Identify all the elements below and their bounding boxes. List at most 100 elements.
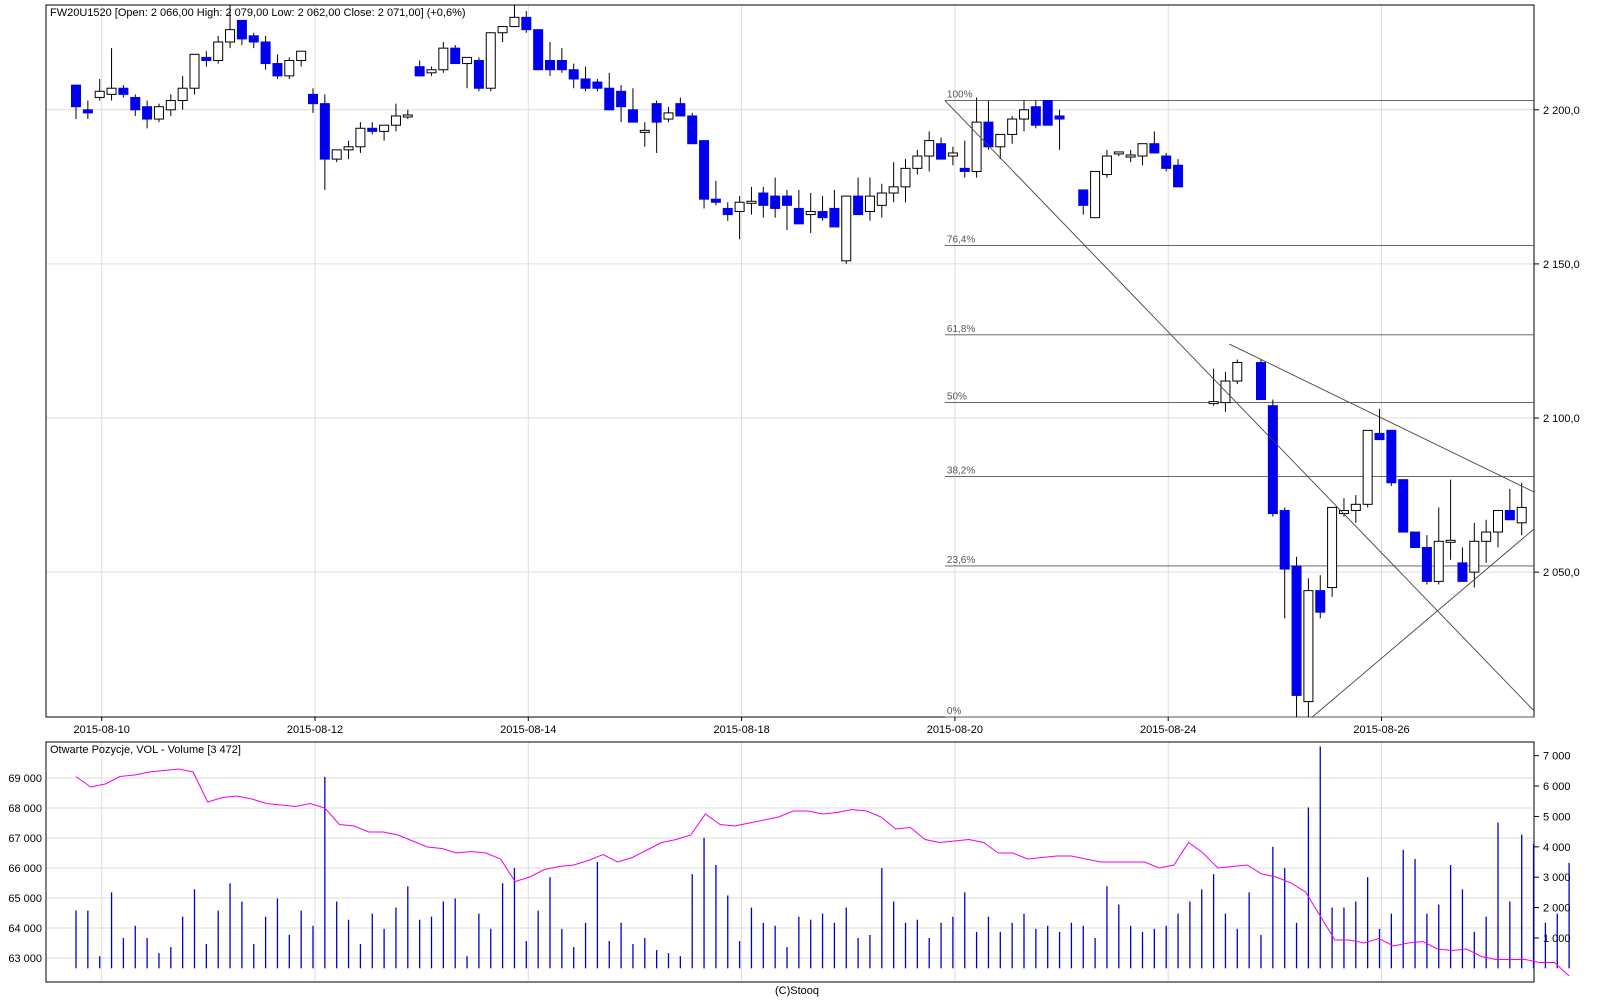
price-y-tick-label: 2 050,0 bbox=[1543, 567, 1580, 579]
candle-body-up bbox=[509, 16, 520, 28]
candle-body-up bbox=[888, 186, 899, 194]
candle-body-down bbox=[556, 59, 567, 71]
candle-body-down bbox=[272, 63, 283, 77]
fibonacci-level-label: 0% bbox=[947, 706, 962, 717]
volume-tick-label: 2 000 bbox=[1543, 903, 1571, 915]
candle-body-up bbox=[331, 149, 342, 160]
candle-body-up bbox=[94, 90, 105, 98]
candle-body-up bbox=[864, 195, 875, 213]
candle-body-down bbox=[1386, 429, 1397, 484]
candle-body-down bbox=[260, 41, 271, 65]
price-y-tick-label: 2 150,0 bbox=[1543, 259, 1580, 271]
candle-body-down bbox=[829, 207, 840, 228]
candle-body-down bbox=[1042, 100, 1053, 126]
candle-body-down bbox=[699, 140, 710, 200]
candle-body-down bbox=[770, 195, 781, 209]
candle-body-down bbox=[627, 109, 638, 123]
candle-body-up bbox=[153, 106, 164, 120]
candle-body-up bbox=[485, 32, 496, 89]
candle-body-up bbox=[876, 192, 887, 206]
candle-body-up bbox=[663, 112, 674, 120]
candle-body-down bbox=[248, 35, 259, 43]
candle-body-down bbox=[959, 167, 970, 172]
candle-body-up bbox=[1362, 429, 1373, 505]
candle-body-up bbox=[995, 133, 1006, 148]
fibonacci-level-label: 50% bbox=[947, 392, 967, 403]
candle-body-up bbox=[734, 201, 745, 213]
candle bbox=[1327, 506, 1338, 597]
candle-body-down bbox=[687, 115, 698, 145]
candle-body-down bbox=[521, 16, 532, 31]
candle-body-up bbox=[912, 155, 923, 169]
candle bbox=[1362, 429, 1373, 508]
volume-tick-label: 7 000 bbox=[1543, 751, 1571, 763]
candle-body-down bbox=[793, 207, 804, 225]
fibonacci-level-label: 76,4% bbox=[947, 234, 975, 245]
price-x-tick-label: 2015-08-12 bbox=[287, 724, 343, 736]
candle-body-up bbox=[805, 211, 816, 216]
candle-body-up bbox=[924, 140, 935, 157]
candle-body-up bbox=[1327, 506, 1338, 589]
candle-body-up bbox=[900, 167, 911, 188]
candle-body-down bbox=[675, 103, 686, 117]
candle-body-up bbox=[1493, 509, 1503, 533]
candle-body-up bbox=[213, 41, 224, 61]
candle-body-down bbox=[604, 87, 615, 111]
candle-body-up bbox=[1125, 154, 1136, 158]
candle bbox=[841, 195, 852, 264]
candle-body-down bbox=[722, 207, 733, 216]
chart-background bbox=[0, 0, 1600, 1000]
candle-body-up bbox=[1350, 503, 1361, 511]
candle-body-down bbox=[1410, 531, 1421, 548]
price-x-tick-label: 2015-08-14 bbox=[500, 724, 556, 736]
candle bbox=[687, 112, 698, 145]
candle bbox=[485, 32, 496, 92]
candle bbox=[1303, 578, 1314, 717]
candle-body-up bbox=[1137, 143, 1148, 157]
candle-body-up bbox=[379, 124, 390, 132]
candle-body-up bbox=[1090, 170, 1101, 219]
candle-body-up bbox=[296, 50, 307, 61]
candle-body-up bbox=[426, 69, 437, 74]
candle-body-down bbox=[1078, 189, 1089, 206]
candle-body-down bbox=[817, 211, 828, 219]
candle-body-down bbox=[414, 66, 425, 77]
open-interest-tick-label: 63 000 bbox=[8, 953, 42, 965]
candle bbox=[1232, 359, 1243, 385]
candle-body-up bbox=[1113, 151, 1124, 155]
candle bbox=[284, 57, 295, 79]
candle-body-up bbox=[1007, 118, 1018, 135]
candle-body-up bbox=[497, 26, 508, 34]
candle-body-up bbox=[1208, 401, 1219, 405]
volume-tick-label: 4 000 bbox=[1543, 842, 1571, 854]
candle-body-up bbox=[1303, 590, 1314, 703]
candle-body-down bbox=[782, 195, 792, 206]
candle-body-down bbox=[592, 81, 603, 89]
price-x-tick-label: 2015-08-24 bbox=[1140, 724, 1196, 736]
open-interest-tick-label: 65 000 bbox=[8, 893, 42, 905]
price-y-tick-label: 2 200,0 bbox=[1543, 105, 1580, 117]
candle-body-up bbox=[225, 29, 236, 43]
candle-body-down bbox=[936, 143, 947, 160]
candle-body-up bbox=[746, 200, 757, 204]
candle-body-down bbox=[983, 121, 994, 148]
candle bbox=[153, 103, 164, 123]
candle-body-up bbox=[1445, 539, 1456, 543]
candle-body-up bbox=[177, 87, 188, 102]
candle-body-down bbox=[319, 103, 330, 160]
candle-body-down bbox=[130, 96, 141, 111]
candle-body-down bbox=[568, 69, 579, 80]
candle-body-down bbox=[1256, 362, 1266, 401]
candle-body-down bbox=[533, 29, 544, 71]
candle-body-down bbox=[616, 90, 627, 108]
candle-body-up bbox=[462, 56, 473, 65]
candle-body-down bbox=[367, 127, 378, 132]
fibonacci-level-label: 100% bbox=[947, 90, 973, 101]
candle bbox=[1386, 429, 1397, 486]
fibonacci-level-label: 38,2% bbox=[947, 466, 975, 477]
volume-panel-title: Otwarte Pozycje, VOL - Volume [3 472] bbox=[50, 744, 241, 756]
candle-body-up bbox=[165, 100, 176, 111]
candle-body-down bbox=[1267, 405, 1278, 515]
candle-body-down bbox=[1279, 509, 1290, 570]
candle-body-down bbox=[580, 78, 591, 89]
